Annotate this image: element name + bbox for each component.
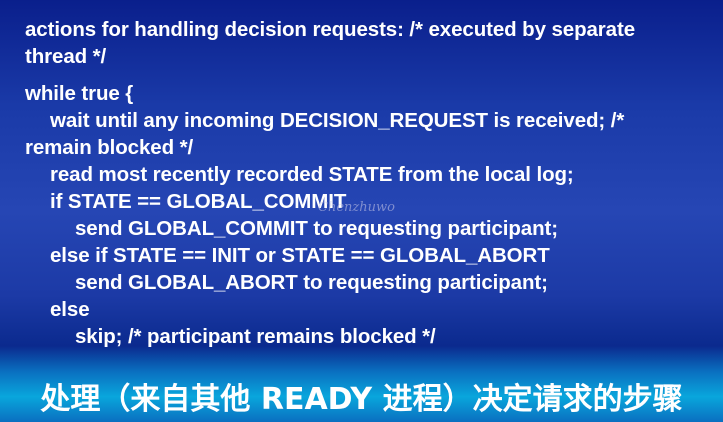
code-line: remain blocked */ — [25, 136, 194, 159]
watermark: Chenzhuwo — [318, 200, 395, 215]
code-line: else if STATE == INIT or STATE == GLOBAL… — [50, 244, 550, 267]
pseudocode-block: actions for handling decision requests: … — [25, 16, 710, 350]
slide-caption: 处理（来自其他 READY 进程）决定请求的步骤 — [40, 382, 683, 417]
code-line: thread */ — [25, 45, 107, 68]
code-line: else — [50, 298, 90, 321]
code-line: wait until any incoming DECISION_REQUEST… — [50, 109, 625, 132]
code-line: send GLOBAL_ABORT to requesting particip… — [75, 271, 548, 294]
code-line: send GLOBAL_COMMIT to requesting partici… — [75, 217, 558, 240]
code-line: read most recently recorded STATE from t… — [50, 163, 574, 186]
code-line: skip; /* participant remains blocked */ — [75, 325, 436, 348]
code-line: actions for handling decision requests: … — [25, 18, 636, 41]
code-line: while true { — [25, 82, 134, 105]
slide: actions for handling decision requests: … — [0, 0, 723, 422]
